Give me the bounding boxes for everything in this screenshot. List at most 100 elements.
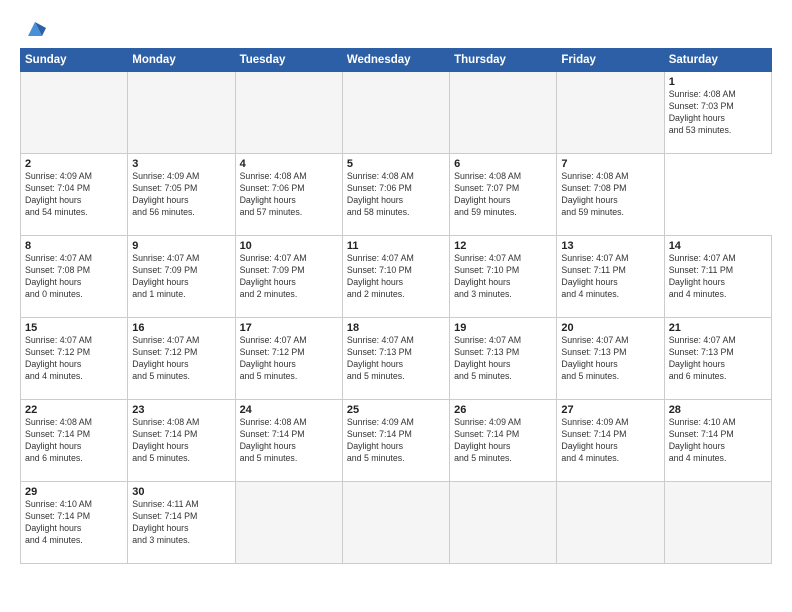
- cell-info: Sunrise: 4:07 AMSunset: 7:10 PMDaylight …: [347, 253, 414, 299]
- calendar-cell: 27Sunrise: 4:09 AMSunset: 7:14 PMDayligh…: [557, 400, 664, 482]
- calendar-cell: 25Sunrise: 4:09 AMSunset: 7:14 PMDayligh…: [342, 400, 449, 482]
- day-number: 10: [240, 240, 338, 252]
- calendar-cell: 7Sunrise: 4:08 AMSunset: 7:08 PMDaylight…: [557, 154, 664, 236]
- calendar-row: 29Sunrise: 4:10 AMSunset: 7:14 PMDayligh…: [21, 482, 772, 564]
- cell-info: Sunrise: 4:08 AMSunset: 7:14 PMDaylight …: [240, 417, 307, 463]
- calendar-cell-empty: [664, 482, 771, 564]
- cell-info: Sunrise: 4:10 AMSunset: 7:14 PMDaylight …: [25, 499, 92, 545]
- day-header: Friday: [557, 49, 664, 72]
- day-number: 16: [132, 322, 230, 334]
- calendar-cell-empty: [21, 72, 128, 154]
- calendar-cell-empty: [557, 72, 664, 154]
- cell-info: Sunrise: 4:08 AMSunset: 7:14 PMDaylight …: [25, 417, 92, 463]
- cell-info: Sunrise: 4:07 AMSunset: 7:13 PMDaylight …: [561, 335, 628, 381]
- cell-info: Sunrise: 4:07 AMSunset: 7:09 PMDaylight …: [132, 253, 199, 299]
- day-number: 30: [132, 486, 230, 498]
- day-number: 22: [25, 404, 123, 416]
- calendar-cell-empty: [235, 482, 342, 564]
- day-header: Thursday: [450, 49, 557, 72]
- cell-info: Sunrise: 4:08 AMSunset: 7:07 PMDaylight …: [454, 171, 521, 217]
- day-number: 6: [454, 158, 552, 170]
- logo-icon: [24, 18, 46, 40]
- calendar: SundayMondayTuesdayWednesdayThursdayFrid…: [20, 48, 772, 564]
- cell-info: Sunrise: 4:07 AMSunset: 7:10 PMDaylight …: [454, 253, 521, 299]
- cell-info: Sunrise: 4:09 AMSunset: 7:05 PMDaylight …: [132, 171, 199, 217]
- calendar-cell-empty: [342, 482, 449, 564]
- cell-info: Sunrise: 4:09 AMSunset: 7:14 PMDaylight …: [561, 417, 628, 463]
- calendar-cell-empty: [342, 72, 449, 154]
- calendar-row: 8Sunrise: 4:07 AMSunset: 7:08 PMDaylight…: [21, 236, 772, 318]
- day-number: 5: [347, 158, 445, 170]
- day-number: 13: [561, 240, 659, 252]
- day-header: Tuesday: [235, 49, 342, 72]
- day-number: 25: [347, 404, 445, 416]
- calendar-cell: 16Sunrise: 4:07 AMSunset: 7:12 PMDayligh…: [128, 318, 235, 400]
- calendar-cell: 20Sunrise: 4:07 AMSunset: 7:13 PMDayligh…: [557, 318, 664, 400]
- calendar-row: 2Sunrise: 4:09 AMSunset: 7:04 PMDaylight…: [21, 154, 772, 236]
- calendar-cell: 1Sunrise: 4:08 AMSunset: 7:03 PMDaylight…: [664, 72, 771, 154]
- day-number: 9: [132, 240, 230, 252]
- calendar-cell-empty: [557, 482, 664, 564]
- day-header: Sunday: [21, 49, 128, 72]
- calendar-cell: 21Sunrise: 4:07 AMSunset: 7:13 PMDayligh…: [664, 318, 771, 400]
- day-number: 2: [25, 158, 123, 170]
- cell-info: Sunrise: 4:09 AMSunset: 7:14 PMDaylight …: [347, 417, 414, 463]
- day-number: 24: [240, 404, 338, 416]
- day-number: 23: [132, 404, 230, 416]
- header: [20, 18, 772, 40]
- calendar-cell-empty: [235, 72, 342, 154]
- day-number: 26: [454, 404, 552, 416]
- calendar-cell: 23Sunrise: 4:08 AMSunset: 7:14 PMDayligh…: [128, 400, 235, 482]
- day-header: Wednesday: [342, 49, 449, 72]
- day-number: 17: [240, 322, 338, 334]
- calendar-cell: 17Sunrise: 4:07 AMSunset: 7:12 PMDayligh…: [235, 318, 342, 400]
- cell-info: Sunrise: 4:07 AMSunset: 7:13 PMDaylight …: [454, 335, 521, 381]
- page: SundayMondayTuesdayWednesdayThursdayFrid…: [0, 0, 792, 612]
- calendar-cell: 3Sunrise: 4:09 AMSunset: 7:05 PMDaylight…: [128, 154, 235, 236]
- cell-info: Sunrise: 4:07 AMSunset: 7:12 PMDaylight …: [132, 335, 199, 381]
- cell-info: Sunrise: 4:07 AMSunset: 7:11 PMDaylight …: [669, 253, 736, 299]
- cell-info: Sunrise: 4:07 AMSunset: 7:08 PMDaylight …: [25, 253, 92, 299]
- calendar-cell-empty: [128, 72, 235, 154]
- cell-info: Sunrise: 4:09 AMSunset: 7:14 PMDaylight …: [454, 417, 521, 463]
- day-header: Monday: [128, 49, 235, 72]
- calendar-cell: 12Sunrise: 4:07 AMSunset: 7:10 PMDayligh…: [450, 236, 557, 318]
- calendar-cell: 2Sunrise: 4:09 AMSunset: 7:04 PMDaylight…: [21, 154, 128, 236]
- day-number: 29: [25, 486, 123, 498]
- day-number: 28: [669, 404, 767, 416]
- calendar-cell: 13Sunrise: 4:07 AMSunset: 7:11 PMDayligh…: [557, 236, 664, 318]
- day-number: 18: [347, 322, 445, 334]
- cell-info: Sunrise: 4:10 AMSunset: 7:14 PMDaylight …: [669, 417, 736, 463]
- calendar-cell: 22Sunrise: 4:08 AMSunset: 7:14 PMDayligh…: [21, 400, 128, 482]
- day-number: 1: [669, 76, 767, 88]
- day-number: 3: [132, 158, 230, 170]
- day-number: 19: [454, 322, 552, 334]
- calendar-cell: 9Sunrise: 4:07 AMSunset: 7:09 PMDaylight…: [128, 236, 235, 318]
- calendar-cell: 26Sunrise: 4:09 AMSunset: 7:14 PMDayligh…: [450, 400, 557, 482]
- cell-info: Sunrise: 4:08 AMSunset: 7:03 PMDaylight …: [669, 89, 736, 135]
- cell-info: Sunrise: 4:08 AMSunset: 7:08 PMDaylight …: [561, 171, 628, 217]
- calendar-cell: 10Sunrise: 4:07 AMSunset: 7:09 PMDayligh…: [235, 236, 342, 318]
- day-number: 15: [25, 322, 123, 334]
- calendar-cell: 18Sunrise: 4:07 AMSunset: 7:13 PMDayligh…: [342, 318, 449, 400]
- calendar-cell: 28Sunrise: 4:10 AMSunset: 7:14 PMDayligh…: [664, 400, 771, 482]
- calendar-cell: 11Sunrise: 4:07 AMSunset: 7:10 PMDayligh…: [342, 236, 449, 318]
- calendar-cell: 19Sunrise: 4:07 AMSunset: 7:13 PMDayligh…: [450, 318, 557, 400]
- day-number: 27: [561, 404, 659, 416]
- day-number: 8: [25, 240, 123, 252]
- cell-info: Sunrise: 4:07 AMSunset: 7:09 PMDaylight …: [240, 253, 307, 299]
- day-number: 12: [454, 240, 552, 252]
- cell-info: Sunrise: 4:09 AMSunset: 7:04 PMDaylight …: [25, 171, 92, 217]
- cell-info: Sunrise: 4:07 AMSunset: 7:11 PMDaylight …: [561, 253, 628, 299]
- calendar-row: 22Sunrise: 4:08 AMSunset: 7:14 PMDayligh…: [21, 400, 772, 482]
- calendar-cell: 8Sunrise: 4:07 AMSunset: 7:08 PMDaylight…: [21, 236, 128, 318]
- cell-info: Sunrise: 4:08 AMSunset: 7:06 PMDaylight …: [240, 171, 307, 217]
- day-number: 4: [240, 158, 338, 170]
- calendar-row: 1Sunrise: 4:08 AMSunset: 7:03 PMDaylight…: [21, 72, 772, 154]
- calendar-cell: 4Sunrise: 4:08 AMSunset: 7:06 PMDaylight…: [235, 154, 342, 236]
- cell-info: Sunrise: 4:08 AMSunset: 7:14 PMDaylight …: [132, 417, 199, 463]
- calendar-cell: 5Sunrise: 4:08 AMSunset: 7:06 PMDaylight…: [342, 154, 449, 236]
- calendar-row: 15 Sunrise: 4:07 AMSunset: 7:12 PMDayligh…: [21, 318, 772, 400]
- day-number: 7: [561, 158, 659, 170]
- day-number: 20: [561, 322, 659, 334]
